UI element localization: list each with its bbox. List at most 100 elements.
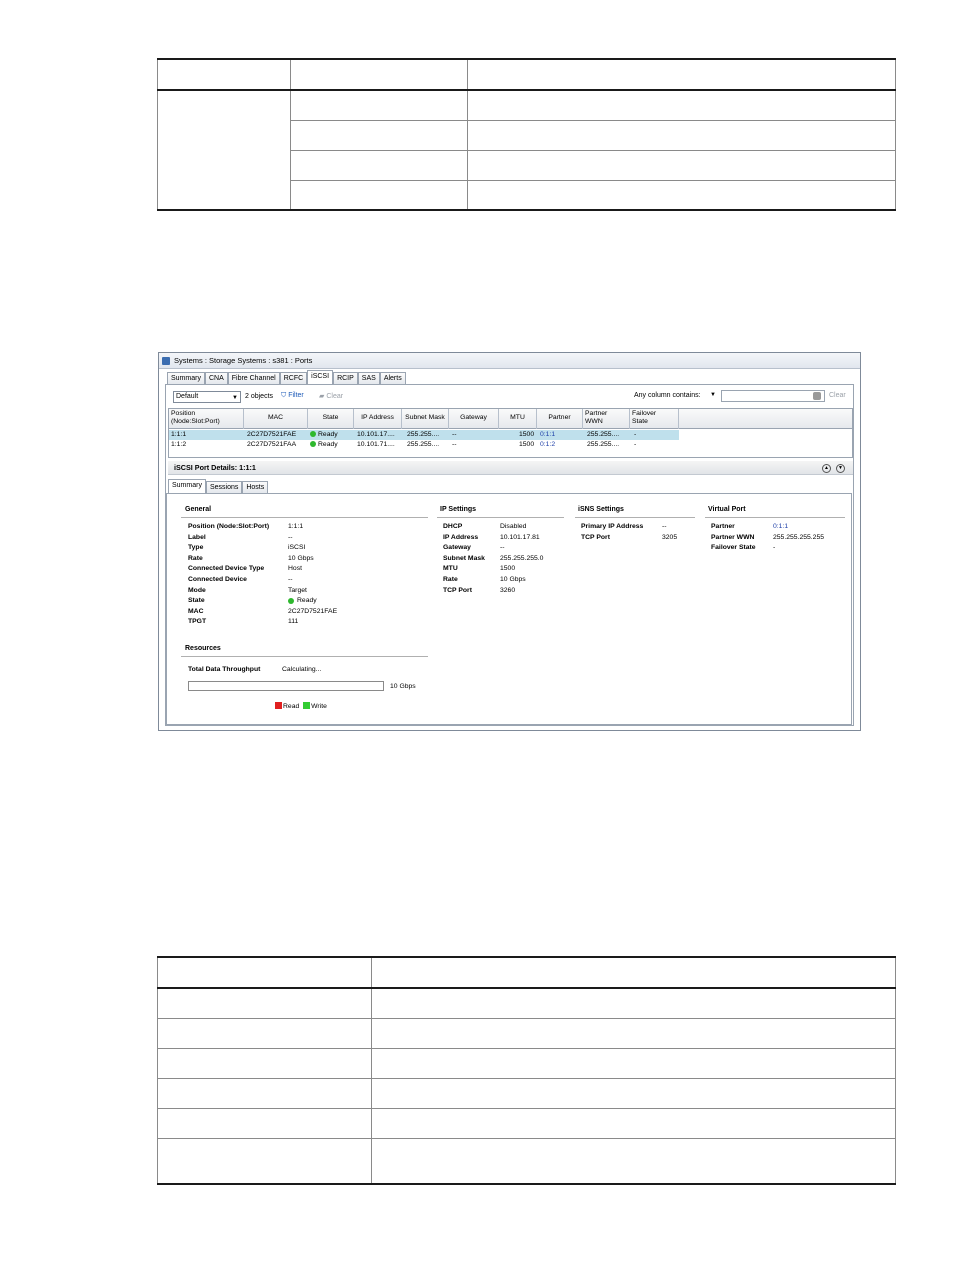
col-gateway[interactable]: Gateway bbox=[449, 409, 499, 429]
divider bbox=[437, 517, 564, 518]
table-cell bbox=[157, 1137, 372, 1185]
detail-label: Type bbox=[188, 544, 204, 552]
table-cell bbox=[157, 987, 372, 1019]
detail-label: TCP Port bbox=[581, 533, 610, 541]
throughput-max: 10 Gbps bbox=[390, 683, 416, 690]
collapse-up-icon[interactable]: ▲ bbox=[822, 464, 831, 473]
detail-value: 3260 bbox=[500, 586, 516, 594]
table-cell bbox=[371, 987, 896, 1019]
detail-value: Target bbox=[288, 586, 307, 594]
throughput-legend: Read Write bbox=[275, 702, 327, 710]
object-count: 2 objects bbox=[245, 393, 274, 400]
ports-window: Systems : Storage Systems : s381 : Ports… bbox=[158, 352, 861, 731]
collapse-down-icon[interactable]: ▼ bbox=[836, 464, 845, 473]
tab-details-summary[interactable]: Summary bbox=[168, 479, 206, 493]
detail-label: MTU bbox=[443, 565, 458, 573]
table-cell bbox=[467, 119, 896, 151]
table-cell bbox=[290, 89, 468, 121]
cell-mtu: 1500 bbox=[519, 441, 535, 448]
cell-subnet: 255.255.... bbox=[407, 431, 440, 438]
tab-sas[interactable]: SAS bbox=[357, 372, 380, 384]
throughput-value: Calculating... bbox=[282, 666, 322, 673]
filter-label: Filter bbox=[288, 392, 304, 399]
cell-subnet: 255.255.... bbox=[407, 441, 440, 448]
cell-partner-wwn: 255.255.... bbox=[587, 441, 620, 448]
legend-write: Write bbox=[311, 703, 327, 710]
detail-value: 3205 bbox=[662, 533, 678, 541]
col-partner-wwn[interactable]: Partner WWN bbox=[583, 409, 630, 429]
filter-button[interactable]: ⛉ Filter bbox=[281, 392, 304, 400]
clear-search-button[interactable]: Clear bbox=[829, 392, 846, 399]
detail-value: Disabled bbox=[500, 523, 527, 530]
detail-label: Connected Device bbox=[188, 576, 247, 583]
detail-value: 10 Gbps bbox=[500, 576, 526, 583]
details-tabs: Summary Sessions Hosts bbox=[168, 479, 269, 493]
chevron-down-icon: ▼ bbox=[232, 395, 238, 401]
detail-value: 10 Gbps bbox=[288, 554, 314, 562]
table-cell bbox=[157, 1047, 372, 1079]
detail-label: Subnet Mask bbox=[443, 554, 485, 562]
col-mac[interactable]: MAC bbox=[244, 409, 308, 429]
table-cell bbox=[157, 89, 291, 211]
col-position[interactable]: Position (Node:Slot:Port) bbox=[169, 409, 244, 429]
divider bbox=[181, 517, 428, 518]
cell-mtu: 1500 bbox=[519, 431, 535, 438]
table-cell bbox=[290, 58, 468, 91]
tab-hosts[interactable]: Hosts bbox=[242, 481, 269, 493]
ports-grid: Position (Node:Slot:Port) MAC State IP A… bbox=[168, 408, 853, 458]
search-clear-icon bbox=[813, 392, 821, 400]
divider bbox=[575, 517, 695, 518]
cell-partner-link[interactable]: 0:1:1 bbox=[538, 430, 555, 440]
tab-sessions[interactable]: Sessions bbox=[205, 481, 243, 493]
table-cell bbox=[290, 179, 468, 211]
detail-value: 1500 bbox=[500, 565, 516, 573]
window-titlebar: Systems : Storage Systems : s381 : Ports bbox=[159, 353, 860, 369]
tab-fibre-channel[interactable]: Fibre Channel bbox=[227, 372, 280, 384]
col-failover[interactable]: Failover State bbox=[630, 409, 679, 429]
search-input[interactable] bbox=[721, 390, 825, 402]
detail-value: - bbox=[773, 544, 776, 552]
cell-mac: 2C27D7521FAA bbox=[247, 441, 297, 448]
cell-failover: - bbox=[634, 441, 637, 448]
tab-iscsi[interactable]: iSCSI bbox=[307, 370, 334, 384]
partner-link[interactable]: 0:1:1 bbox=[773, 523, 788, 530]
table-row[interactable]: 1:1:2 2C27D7521FAA Ready 10.101.71.... 2… bbox=[169, 440, 679, 450]
col-ip[interactable]: IP Address bbox=[354, 409, 402, 429]
col-position-label: Position (Node:Slot:Port) bbox=[171, 410, 220, 425]
tab-summary[interactable]: Summary bbox=[167, 372, 205, 384]
detail-value: -- bbox=[500, 544, 505, 552]
tab-rcfc[interactable]: RCFC bbox=[279, 372, 308, 384]
view-select[interactable]: Default ▼ bbox=[173, 391, 241, 403]
tab-cna[interactable]: CNA bbox=[204, 372, 228, 384]
clear-filter-button[interactable]: ▰ Clear bbox=[319, 392, 343, 400]
detail-label: Rate bbox=[188, 554, 203, 562]
table-cell bbox=[467, 149, 896, 181]
table-cell bbox=[467, 89, 896, 121]
tab-alerts[interactable]: Alerts bbox=[379, 372, 406, 384]
tab-rcip[interactable]: RCIP bbox=[333, 372, 358, 384]
any-column-dropdown-icon[interactable]: ▼ bbox=[710, 392, 716, 398]
view-select-value: Default bbox=[176, 393, 199, 400]
cell-partner-link[interactable]: 0:1:2 bbox=[538, 440, 555, 450]
grid-toolbar: Default ▼ 2 objects ⛉ Filter ▰ Clear Any… bbox=[167, 390, 852, 405]
col-partner-wwn-label: Partner WWN bbox=[585, 410, 608, 425]
col-partner-label: Partner bbox=[548, 414, 571, 421]
table-row[interactable]: 1:1:1 2C27D7521FAE Ready 10.101.17.... 2… bbox=[169, 430, 679, 440]
col-state[interactable]: State bbox=[308, 409, 354, 429]
col-gateway-label: Gateway bbox=[460, 414, 487, 421]
legend-read: Read bbox=[283, 703, 300, 710]
cell-position: 1:1:2 bbox=[171, 441, 187, 448]
col-ip-label: IP Address bbox=[361, 414, 394, 421]
detail-label: TPGT bbox=[188, 618, 207, 626]
col-mtu[interactable]: MTU bbox=[499, 409, 537, 429]
detail-label: Label bbox=[188, 533, 206, 541]
col-subnet[interactable]: Subnet Mask bbox=[402, 409, 449, 429]
clear-filter-label: Clear bbox=[326, 393, 344, 400]
detail-value: -- bbox=[288, 533, 293, 541]
detail-value: 1:1:1 bbox=[288, 523, 304, 530]
table-cell bbox=[467, 58, 896, 91]
general-heading: General bbox=[185, 506, 212, 513]
col-partner[interactable]: Partner bbox=[537, 409, 583, 429]
col-failover-label: Failover State bbox=[632, 410, 657, 425]
cell-partner-wwn: 255.255.... bbox=[587, 431, 620, 438]
